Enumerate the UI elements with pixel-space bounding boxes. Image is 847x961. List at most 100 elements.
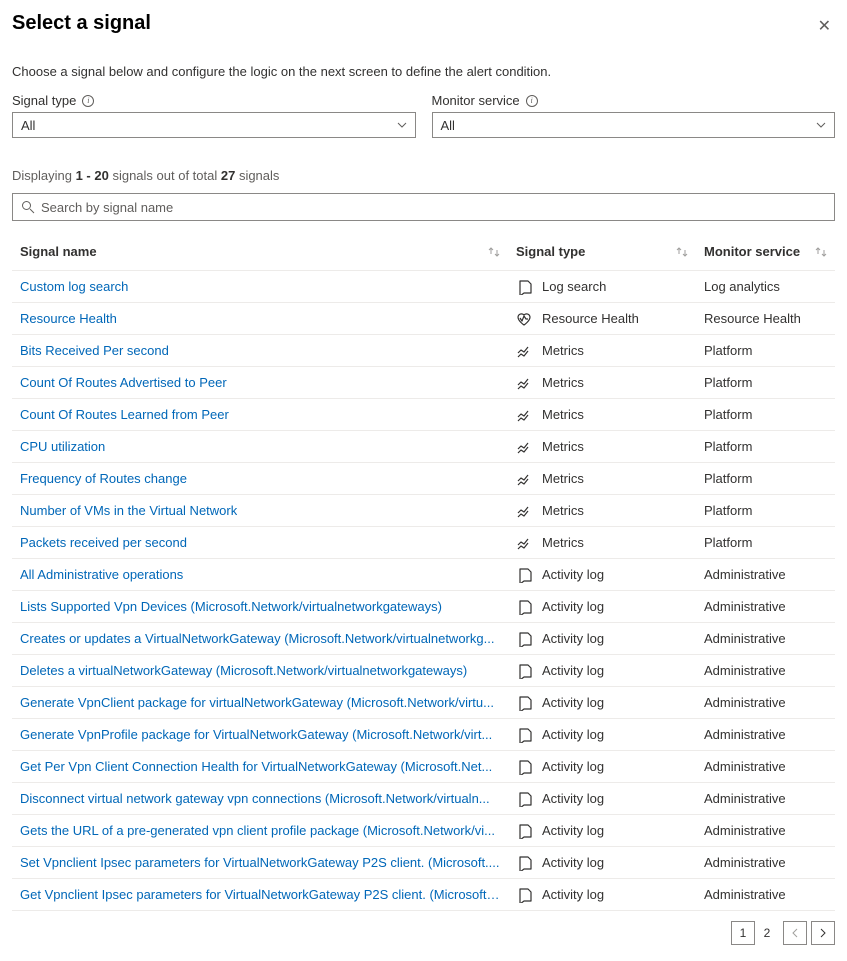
table-row: Set Vpnclient Ipsec parameters for Virtu… [12,847,835,879]
search-input-wrapper[interactable] [12,193,835,221]
log-icon [516,567,532,583]
metric-icon [516,407,532,423]
monitor-service-cell: Administrative [704,823,786,838]
signal-link[interactable]: Generate VpnProfile package for VirtualN… [20,727,492,742]
metric-icon [516,375,532,391]
page-1-button[interactable]: 1 [731,921,755,945]
signal-link[interactable]: Bits Received Per second [20,343,169,358]
table-row: Lists Supported Vpn Devices (Microsoft.N… [12,591,835,623]
signal-link[interactable]: Count Of Routes Advertised to Peer [20,375,227,390]
signal-type-label: Signal type [12,93,76,108]
signal-type-cell: Metrics [542,535,584,550]
signal-link[interactable]: Packets received per second [20,535,187,550]
table-row: Deletes a virtualNetworkGateway (Microso… [12,655,835,687]
signal-type-cell: Metrics [542,407,584,422]
signal-type-cell: Metrics [542,471,584,486]
page-prev-button[interactable] [783,921,807,945]
column-header-service[interactable]: Monitor service [696,244,835,259]
signal-type-select[interactable]: All [12,112,416,138]
health-icon [516,311,532,327]
table-row: Count Of Routes Learned from Peer Metrics… [12,399,835,431]
signal-link[interactable]: Number of VMs in the Virtual Network [20,503,237,518]
signal-link[interactable]: Resource Health [20,311,117,326]
signal-type-cell: Activity log [542,695,604,710]
signal-link[interactable]: Get Vpnclient Ipsec parameters for Virtu… [20,887,500,902]
close-button[interactable]: ✕ [814,12,835,40]
metric-icon [516,535,532,551]
signal-type-cell: Activity log [542,567,604,582]
table-row: Get Vpnclient Ipsec parameters for Virtu… [12,879,835,911]
monitor-service-cell: Platform [704,407,752,422]
log-icon [516,631,532,647]
table-row: Packets received per secondMetricsPlatfo… [12,527,835,559]
chevron-left-icon [791,928,799,938]
monitor-service-cell: Administrative [704,791,786,806]
signal-link[interactable]: Deletes a virtualNetworkGateway (Microso… [20,663,467,678]
signal-type-cell: Metrics [542,503,584,518]
page-next-button[interactable] [811,921,835,945]
monitor-service-cell: Platform [704,375,752,390]
table-row: Frequency of Routes changeMetricsPlatfor… [12,463,835,495]
signal-link[interactable]: Set Vpnclient Ipsec parameters for Virtu… [20,855,500,870]
log-icon [516,791,532,807]
column-header-name[interactable]: Signal name [12,244,508,259]
monitor-service-select[interactable]: All [432,112,836,138]
signal-type-cell: Activity log [542,887,604,902]
log-icon [516,759,532,775]
metric-icon [516,471,532,487]
log-icon [516,855,532,871]
signal-link[interactable]: Generate VpnClient package for virtualNe… [20,695,494,710]
log-icon [516,823,532,839]
log-icon [516,727,532,743]
signal-link[interactable]: Lists Supported Vpn Devices (Microsoft.N… [20,599,442,614]
search-input[interactable] [41,200,826,215]
monitor-service-cell: Administrative [704,567,786,582]
signal-link[interactable]: Gets the URL of a pre-generated vpn clie… [20,823,495,838]
table-row: Custom log searchLog searchLog analytics [12,271,835,303]
log-icon [516,887,532,903]
monitor-service-cell: Platform [704,503,752,518]
signal-type-cell: Activity log [542,663,604,678]
signal-link[interactable]: Count Of Routes Learned from Peer [20,407,229,422]
signal-type-cell: Activity log [542,599,604,614]
monitor-service-cell: Administrative [704,887,786,902]
sort-icon [488,246,500,258]
monitor-service-label: Monitor service [432,93,520,108]
signal-type-cell: Log search [542,279,606,294]
signal-link[interactable]: CPU utilization [20,439,105,454]
table-row: Generate VpnClient package for virtualNe… [12,687,835,719]
metric-icon [516,439,532,455]
log-icon [516,599,532,615]
chevron-down-icon [397,122,407,128]
table-row: Number of VMs in the Virtual Network Metr… [12,495,835,527]
results-count: Displaying 1 - 20 signals out of total 2… [12,168,835,183]
signals-table: Signal name Signal type Monitor service … [12,233,835,911]
info-icon[interactable]: i [526,95,538,107]
table-row: CPU utilizationMetricsPlatform [12,431,835,463]
signal-link[interactable]: Disconnect virtual network gateway vpn c… [20,791,490,806]
signal-type-cell: Metrics [542,375,584,390]
monitor-service-cell: Administrative [704,599,786,614]
signal-link[interactable]: Frequency of Routes change [20,471,187,486]
table-row: Bits Received Per secondMetricsPlatform [12,335,835,367]
signal-type-cell: Activity log [542,759,604,774]
page-2-button[interactable]: 2 [755,921,779,945]
signal-link[interactable]: Get Per Vpn Client Connection Health for… [20,759,492,774]
signal-type-cell: Metrics [542,343,584,358]
monitor-service-cell: Administrative [704,855,786,870]
table-row: All Administrative operations Activity lo… [12,559,835,591]
signal-link[interactable]: Creates or updates a VirtualNetworkGatew… [20,631,494,646]
search-icon [21,200,35,214]
monitor-service-cell: Administrative [704,695,786,710]
log-icon [516,695,532,711]
signal-type-cell: Activity log [542,855,604,870]
signal-link[interactable]: All Administrative operations [20,567,183,582]
column-header-type[interactable]: Signal type [508,244,696,259]
signal-type-cell: Activity log [542,791,604,806]
metric-icon [516,503,532,519]
sort-icon [676,246,688,258]
info-icon[interactable]: i [82,95,94,107]
signal-link[interactable]: Custom log search [20,279,128,294]
table-row: Count Of Routes Advertised to Peer Metric… [12,367,835,399]
close-icon: ✕ [818,18,831,35]
